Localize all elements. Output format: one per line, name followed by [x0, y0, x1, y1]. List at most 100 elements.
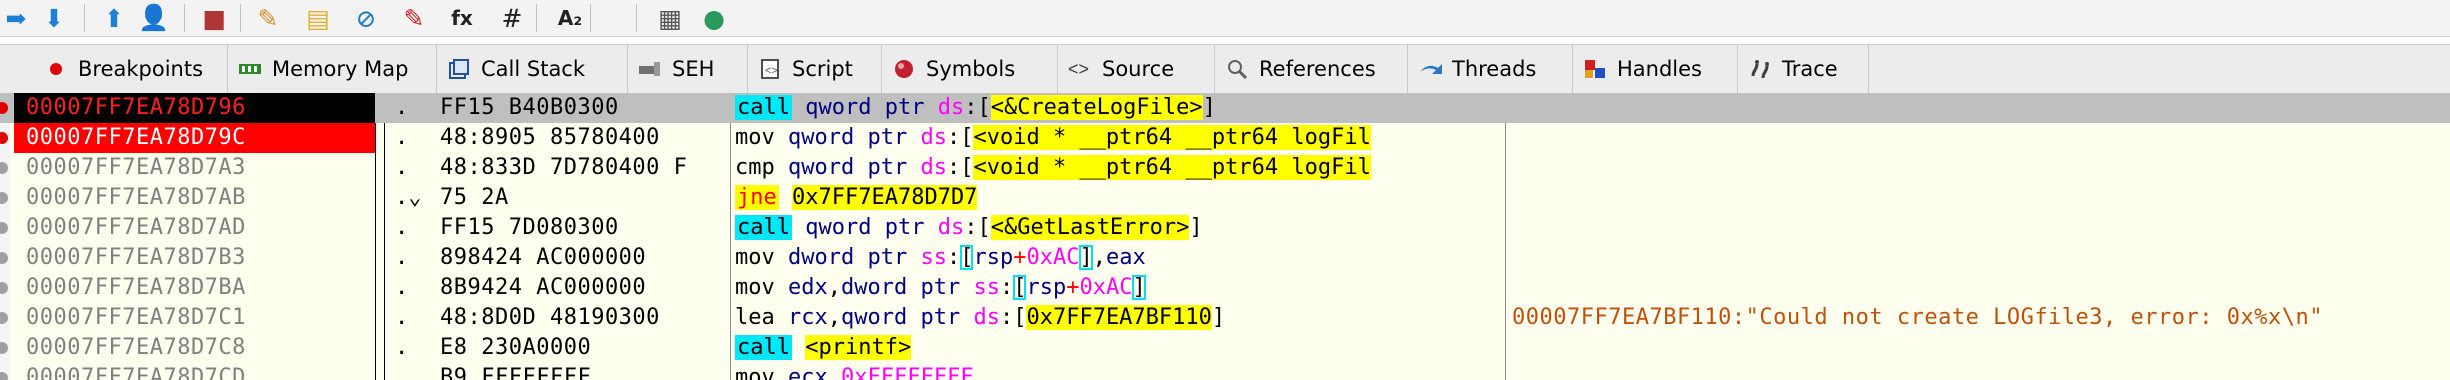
jump-indicator: .⌄ — [395, 185, 422, 210]
execute-till-return-icon[interactable]: ⬆ — [98, 2, 130, 34]
instruction-token: ds — [920, 125, 947, 150]
disassembly-view[interactable]: 00007FF7EA78D796. FF15 B40B0300 call qword… — [0, 93, 2450, 380]
toolbar-separator — [240, 4, 241, 32]
tab-memory-map[interactable]: Memory Map — [228, 45, 437, 93]
breakpoint-marker-icon[interactable] — [0, 312, 8, 324]
breakpoint-marker-icon[interactable] — [0, 282, 8, 294]
instruction-token — [792, 335, 805, 360]
tab-breakpoints[interactable]: Breakpoints — [0, 45, 228, 93]
disassembly-row[interactable]: 00007FF7EA78D7A3. 48:833D 7D780400 F cmp q… — [0, 153, 2450, 183]
instruction-token: call — [735, 95, 792, 120]
disassembly-row[interactable]: 00007FF7EA78D7AB .⌄ 75 2A jne 0x7FF7EA78D7D… — [0, 183, 2450, 213]
instruction-token: , — [1092, 245, 1106, 270]
instruction-token — [907, 245, 920, 270]
instruction-token: mov — [735, 245, 775, 270]
breakpoint-marker-icon[interactable] — [0, 252, 8, 264]
instruction-token — [907, 125, 920, 150]
instruction-cell[interactable]: mov qword ptr ds:[<void * __ptr64 __ptr6… — [735, 123, 1505, 153]
instruction-token: rsp — [973, 245, 1014, 270]
toolbar: ➡ ⬇ ⬆ 👤 ■ ✎ ▤ ⊘ ✎ fx # A₂ ▦ ● — [0, 0, 2450, 37]
instruction-token: mov — [735, 275, 775, 300]
variables-icon-glyph: # — [501, 3, 523, 33]
instruction-token: call — [735, 215, 792, 240]
instruction-token: , — [827, 365, 841, 380]
patch-icon[interactable]: ✎ — [252, 2, 284, 34]
address-cell[interactable]: 00007FF7EA78D796 — [14, 93, 375, 123]
instruction-token: ds — [937, 95, 965, 120]
bytes-cell: E8 230A0000 — [440, 335, 592, 360]
tab-handles[interactable]: Handles — [1573, 45, 1738, 93]
functions-icon[interactable]: fx — [446, 2, 478, 34]
breakpoint-marker-icon[interactable] — [0, 222, 8, 234]
comments-icon[interactable]: ▤ — [302, 2, 334, 34]
breakpoint-marker-icon[interactable] — [0, 102, 8, 114]
address-cell[interactable]: 00007FF7EA78D7A3 — [14, 153, 375, 183]
tab-call-stack[interactable]: Call Stack — [437, 45, 628, 93]
disassembly-row[interactable]: 00007FF7EA78D7B3. 898424 AC000000 mov dwor… — [0, 243, 2450, 273]
tab-symbols[interactable]: Symbols — [882, 45, 1058, 93]
instruction-cell[interactable]: call qword ptr ds:[<&CreateLogFile>] — [735, 93, 1505, 123]
toolbar-separator — [184, 4, 185, 32]
address-cell[interactable]: 00007FF7EA78D7AD — [14, 213, 375, 243]
instruction-token: ds — [937, 215, 965, 240]
breakpoint-marker-icon[interactable] — [0, 372, 8, 380]
instruction-token: + — [1013, 245, 1027, 270]
instruction-cell[interactable]: call <printf> — [735, 333, 1505, 363]
instruction-token: qword ptr — [788, 155, 908, 180]
address-cell[interactable]: 00007FF7EA78D7C1 — [14, 303, 375, 333]
bytes-cell: 75 2A — [440, 185, 509, 210]
tab-trace[interactable]: Trace — [1738, 45, 1869, 93]
hide-debugger-icon[interactable]: ■ — [198, 2, 230, 34]
instruction-cell[interactable]: mov dword ptr ss:[rsp+0xAC],eax — [735, 243, 1505, 273]
address-cell[interactable]: 00007FF7EA78D7C8 — [14, 333, 375, 363]
address-cell[interactable]: 00007FF7EA78D7B3 — [14, 243, 375, 273]
instruction-token: 0xAC — [1026, 245, 1080, 270]
instruction-token: 0xAC — [1079, 275, 1133, 300]
instruction-token — [775, 365, 788, 380]
step-into-icon[interactable]: ⬇ — [38, 2, 70, 34]
breakpoint-marker-icon[interactable] — [0, 162, 8, 174]
disassembly-row[interactable]: 00007FF7EA78D7AD. FF15 7D080300 call qword… — [0, 213, 2450, 243]
tab-references[interactable]: References — [1215, 45, 1408, 93]
address-cell[interactable]: 00007FF7EA78D7CD — [14, 363, 375, 380]
strings-icon[interactable]: A₂ — [554, 2, 586, 34]
handles-icon — [1583, 57, 1607, 81]
breakpoint-marker-icon[interactable] — [0, 342, 8, 354]
tab-script[interactable]: <> Script — [748, 45, 882, 93]
jump-indicator: . — [395, 155, 409, 180]
breakpoint-marker-icon[interactable] — [0, 132, 8, 144]
tab-source[interactable]: <> Source — [1058, 45, 1215, 93]
disassembly-row[interactable]: 00007FF7EA78D7BA. 8B9424 AC000000 mov edx,… — [0, 273, 2450, 303]
execute-till-return-icon-glyph: ⬆ — [103, 3, 125, 33]
instruction-cell[interactable]: lea rcx,qword ptr ds:[0x7FF7EA7BF110] — [735, 303, 1505, 333]
bookmarks-icon[interactable]: ✎ — [398, 2, 430, 34]
disassembly-row[interactable]: 00007FF7EA78D7C1. 48:8D0D 48190300 lea rcx… — [0, 303, 2450, 333]
run-to-user-code-icon[interactable]: 👤 — [138, 2, 170, 34]
address-cell[interactable]: 00007FF7EA78D7AB — [14, 183, 375, 213]
variables-icon[interactable]: # — [496, 2, 528, 34]
instruction-token: 0xFFFFFFFF — [841, 365, 974, 380]
instruction-token: : — [946, 245, 961, 270]
address-cell[interactable]: 00007FF7EA78D7BA — [14, 273, 375, 303]
step-into-icon-glyph: ⬇ — [43, 3, 65, 33]
address-cell[interactable]: 00007FF7EA78D79C — [14, 123, 375, 153]
instruction-cell[interactable]: cmp qword ptr ds:[<void * __ptr64 __ptr6… — [735, 153, 1505, 183]
breakpoint-marker-icon[interactable] — [0, 192, 8, 204]
labels-icon[interactable]: ⊘ — [350, 2, 382, 34]
instruction-cell[interactable]: mov edx,dword ptr ss:[rsp+0xAC] — [735, 273, 1505, 303]
tab-seh[interactable]: SEH — [628, 45, 748, 93]
disassembly-row[interactable]: 00007FF7EA78D7C8. E8 230A0000 call <printf… — [0, 333, 2450, 363]
tab-threads[interactable]: Threads — [1408, 45, 1573, 93]
instruction-cell[interactable]: mov ecx,0xFFFFFFFF — [735, 363, 1505, 380]
globe-icon[interactable]: ● — [698, 2, 730, 34]
disassembly-row[interactable]: 00007FF7EA78D79C. 48:8905 85780400 mov qwo… — [0, 123, 2450, 153]
tab-memory-map-label: Memory Map — [272, 57, 409, 81]
disassembly-row[interactable]: 00007FF7EA78D7CD. B9 FFFFFFFF mov ecx,0xFF… — [0, 363, 2450, 380]
instruction-cell[interactable]: jne 0x7FF7EA78D7D7 — [735, 183, 1505, 213]
instruction-token: 0x7FF7EA7BF110 — [1026, 305, 1212, 330]
current-instruction-row[interactable]: 00007FF7EA78D796. FF15 B40B0300 call qword… — [0, 93, 2450, 123]
instruction-cell[interactable]: call qword ptr ds:[<&GetLastError>] — [735, 213, 1505, 243]
toolbar-separator — [84, 4, 85, 32]
step-over-icon[interactable]: ➡ — [0, 2, 32, 34]
calculator-icon[interactable]: ▦ — [654, 2, 686, 34]
